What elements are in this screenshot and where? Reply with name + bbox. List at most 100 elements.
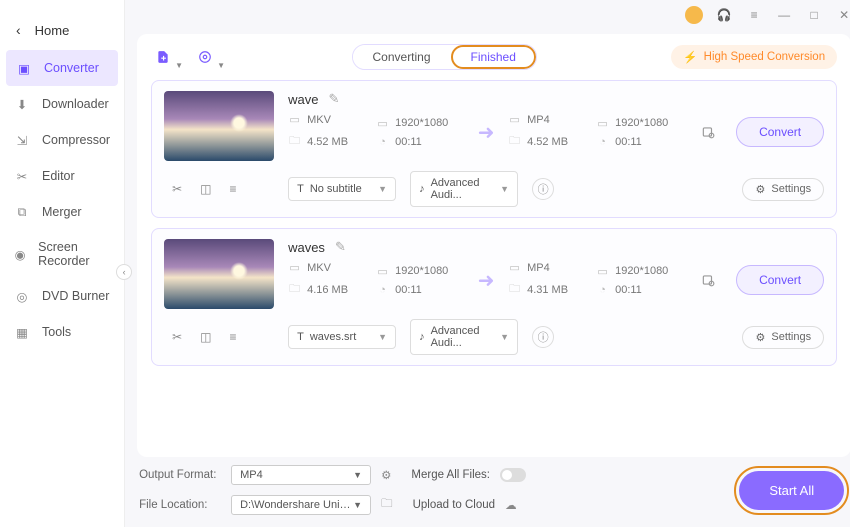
main-area: ‹ 🎧 ≡ — □ ✕ ▼ ▼ Converting Finished [125,0,850,527]
tab-converting[interactable]: Converting [353,45,451,69]
audio-value: Advanced Audi... [431,177,495,201]
dst-size: 4.31 MB [527,284,568,296]
file-name: wave [288,92,318,107]
output-format-label: Output Format: [139,469,221,481]
subtitle-value: waves.srt [310,331,356,343]
file-location-label: File Location: [139,499,221,511]
nav-compressor[interactable]: ⇲ Compressor [0,122,124,158]
bolt-icon: ⚡ [683,50,697,64]
open-folder-icon[interactable]: 🗀 [381,496,393,515]
close-icon[interactable]: ✕ [835,6,850,24]
titlebar: 🎧 ≡ — □ ✕ [125,0,850,30]
arrow-right-icon: ➜ [472,268,500,293]
size-icon: 🗀 [508,280,521,299]
dst-format: MP4 [527,114,550,126]
toolbar: ▼ ▼ Converting Finished ⚡ High Speed Con… [151,44,837,70]
maximize-icon[interactable]: □ [805,6,823,24]
crop-icon[interactable]: ◫ [200,182,211,196]
settings-button[interactable]: ⚙ Settings [742,178,824,201]
avatar[interactable] [685,6,703,24]
cloud-icon[interactable]: ☁ [505,498,517,512]
audio-select[interactable]: ♪ Advanced Audi... ▼ [410,319,518,355]
start-all-button[interactable]: Start All [739,471,844,510]
dst-resolution: 1920*1080 [615,265,668,277]
clock-icon: ◔ [596,136,609,148]
nav-tools[interactable]: ▦ Tools [0,314,124,350]
sidebar-header: ‹ Home [0,10,124,50]
output-format-select[interactable]: MP4 ▼ [231,465,371,485]
arrow-right-icon: ➜ [472,120,500,145]
resolution-icon: ▭ [596,117,609,130]
merge-toggle[interactable] [500,468,526,482]
clock-icon: ◔ [376,284,389,296]
dst-size: 4.52 MB [527,136,568,148]
clock-icon: ◔ [596,284,609,296]
nav-label: Compressor [42,133,110,147]
file-list: wave ✎ ▭ MKV 🗀 4.52 MB ▭ 1920*1080 ◔ 00:11 [151,80,837,451]
trim-icon[interactable]: ✂ [172,330,182,344]
sidebar: ‹ Home ▣ Converter ⬇ Downloader ⇲ Compre… [0,0,125,527]
chevron-down-icon: ▼ [378,332,387,342]
upload-cloud-label: Upload to Cloud [413,499,495,511]
convert-button[interactable]: Convert [736,117,824,147]
nav-label: Tools [42,325,71,339]
tab-finished[interactable]: Finished [451,45,536,69]
src-size: 4.52 MB [307,136,348,148]
src-duration: 00:11 [395,136,422,148]
nav-label: Screen Recorder [38,240,110,268]
minimize-icon[interactable]: — [775,6,793,24]
video-thumbnail[interactable] [164,91,274,161]
nav-label: DVD Burner [42,289,109,303]
audio-select[interactable]: ♪ Advanced Audi... ▼ [410,171,518,207]
subtitle-select[interactable]: T waves.srt ▼ [288,325,396,349]
settings-label: Settings [771,331,811,343]
info-button[interactable]: ⓘ [532,178,554,200]
sidebar-collapse-handle[interactable]: ‹ [116,264,132,280]
status-tabs: Converting Finished [352,44,537,70]
info-button[interactable]: ⓘ [532,326,554,348]
format-settings-icon[interactable]: ⚙ [381,468,391,482]
output-settings-icon[interactable] [696,125,720,139]
gear-icon: ⚙ [755,331,765,344]
menu-icon[interactable]: ≡ [745,6,763,24]
toolbar-left: ▼ ▼ [151,45,217,69]
nav-merger[interactable]: ⧉ Merger [0,194,124,230]
nav-converter[interactable]: ▣ Converter [6,50,118,86]
rename-icon[interactable]: ✎ [328,91,339,107]
subtitle-select[interactable]: T No subtitle ▼ [288,177,396,201]
home-label[interactable]: Home [35,23,70,38]
chevron-down-icon: ▼ [500,332,509,342]
add-file-button[interactable]: ▼ [151,45,175,69]
src-format: MKV [307,262,331,274]
nav-screen-recorder[interactable]: ◉ Screen Recorder [0,230,124,278]
nav-editor[interactable]: ✂ Editor [0,158,124,194]
video-thumbnail[interactable] [164,239,274,309]
dst-resolution: 1920*1080 [615,117,668,129]
file-location-value: D:\Wondershare UniConverter 1 [240,499,353,511]
rename-icon[interactable]: ✎ [335,239,346,255]
output-format-value: MP4 [240,469,263,481]
dst-duration: 00:11 [615,284,642,296]
convert-button[interactable]: Convert [736,265,824,295]
output-settings-icon[interactable] [696,273,720,287]
nav-dvd-burner[interactable]: ◎ DVD Burner [0,278,124,314]
chevron-down-icon: ▼ [500,184,509,194]
high-speed-label: High Speed Conversion [704,51,825,63]
settings-button[interactable]: ⚙ Settings [742,326,824,349]
more-icon[interactable]: ≡ [229,330,236,344]
file-location-select[interactable]: D:\Wondershare UniConverter 1 ▼ [231,495,371,515]
file-name: waves [288,240,325,255]
resolution-icon: ▭ [376,265,389,278]
add-disc-button[interactable]: ▼ [193,45,217,69]
nav-label: Downloader [42,97,109,111]
support-icon[interactable]: 🎧 [715,6,733,24]
crop-icon[interactable]: ◫ [200,330,211,344]
back-icon[interactable]: ‹ [16,22,21,38]
src-format: MKV [307,114,331,126]
chevron-down-icon: ▼ [353,500,362,510]
nav-downloader[interactable]: ⬇ Downloader [0,86,124,122]
trim-icon[interactable]: ✂ [172,182,182,196]
merger-icon: ⧉ [14,204,30,220]
high-speed-badge[interactable]: ⚡ High Speed Conversion [671,45,837,69]
more-icon[interactable]: ≡ [229,182,236,196]
